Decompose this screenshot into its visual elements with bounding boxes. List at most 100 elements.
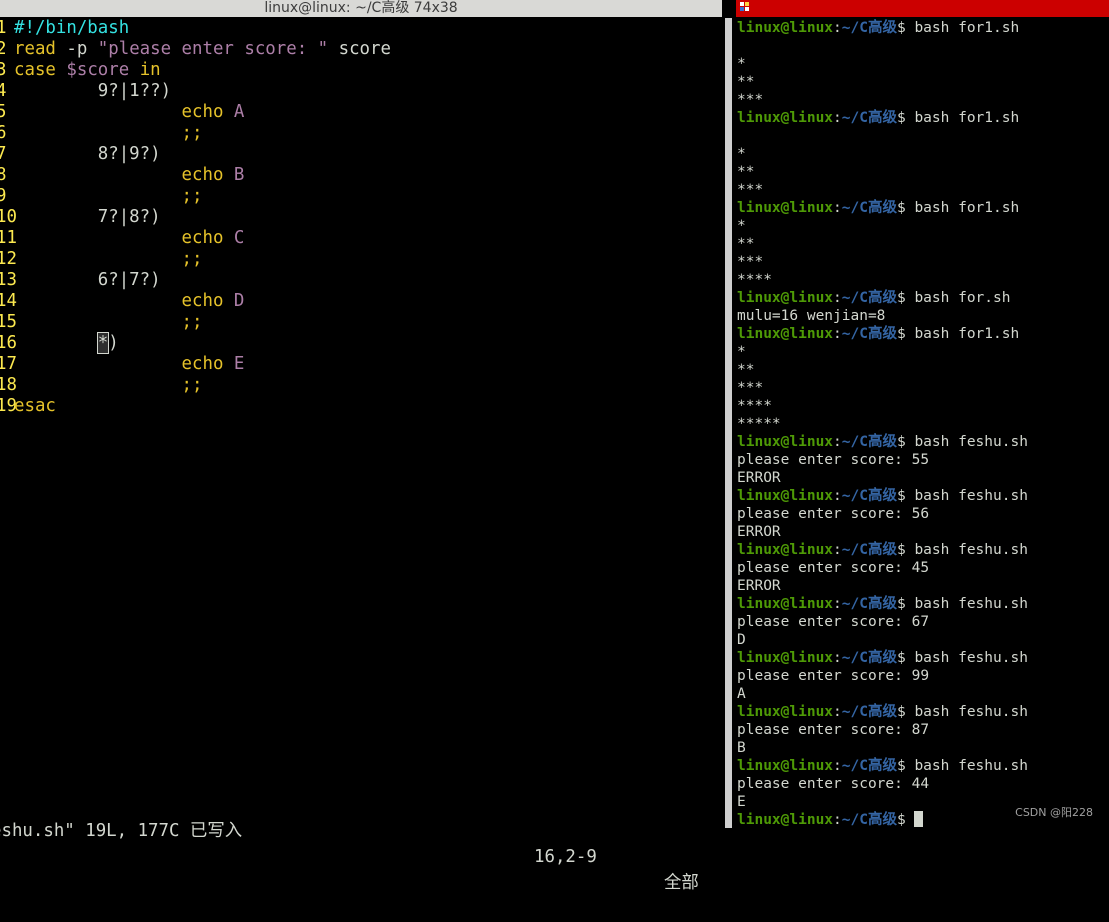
terminal-output-line: ERROR <box>737 578 781 594</box>
vim-line[interactable]: 14 echo D <box>0 291 722 312</box>
code-text: #!/bin/bash <box>14 18 129 39</box>
vim-line[interactable]: 12 ;; <box>0 249 722 270</box>
vim-line[interactable]: 13 6?|7?) <box>0 270 722 291</box>
code-text: ;; <box>14 123 203 144</box>
terminal-output-line: *** <box>737 254 764 270</box>
terminal-output-line: please enter score: 45 <box>737 560 930 576</box>
terminal-output-line: A <box>737 686 746 702</box>
prompt-user: linux@linux <box>737 434 834 450</box>
vim-editor[interactable]: 1 #!/bin/bash 2 read -p "please enter score… <box>0 17 722 797</box>
prompt-colon: : <box>833 20 842 36</box>
bash-terminal-window[interactable]: linux@linux:~/C高级$ bash for1.sh * ** *** lin… <box>736 0 1109 828</box>
window-titlebar[interactable]: linux@linux: ~/C高级 74x38 <box>0 0 722 17</box>
vim-line[interactable]: 18 ;; <box>0 375 722 396</box>
prompt-path: ~/C高级 <box>841 542 897 558</box>
terminal-command: bash feshu.sh <box>914 488 1028 504</box>
vim-line[interactable]: 19 esac <box>0 396 722 417</box>
prompt-colon: : <box>833 704 842 720</box>
line-number: 8 <box>0 165 7 185</box>
prompt-path: ~/C高级 <box>841 434 897 450</box>
window-divider[interactable] <box>722 0 736 828</box>
terminal-prompt-line: linux@linux:~/C高级$ bash feshu.sh <box>737 487 1028 505</box>
prompt-dollar: $ <box>896 200 915 216</box>
code-token: E <box>233 354 245 374</box>
terminal-command: bash for1.sh <box>914 200 1020 216</box>
terminal-output-line: * <box>737 146 746 162</box>
prompt-path: ~/C高级 <box>841 596 897 612</box>
prompt-colon: : <box>833 200 842 216</box>
code-token: in <box>139 60 161 80</box>
prompt-path: ~/C高级 <box>841 812 897 828</box>
vim-line[interactable]: 2 read -p "please enter score: " score <box>0 39 722 60</box>
terminal-prompt-line: linux@linux:~/C高级$ <box>737 811 924 828</box>
code-token: ;; <box>181 312 203 332</box>
prompt-dollar: $ <box>896 650 915 666</box>
terminal-output-line: please enter score: 99 <box>737 668 930 684</box>
terminal-prompt-line: linux@linux:~/C高级$ bash for1.sh <box>737 325 1019 343</box>
vim-line[interactable]: 7 8?|9?) <box>0 144 722 165</box>
terminal-output-line: *** <box>737 92 764 108</box>
vim-line[interactable]: 6 ;; <box>0 123 722 144</box>
code-token: ;; <box>181 186 203 206</box>
code-token: ;; <box>181 375 203 395</box>
terminal-output[interactable]: linux@linux:~/C高级$ bash for1.sh * ** *** lin… <box>736 0 1109 828</box>
vim-line[interactable]: 3 case $score in <box>0 60 722 81</box>
code-text: 8?|9?) <box>14 144 161 165</box>
vim-line[interactable]: 16 *) <box>0 332 722 354</box>
vim-line[interactable]: 11 echo C <box>0 228 722 249</box>
prompt-user: linux@linux <box>737 650 834 666</box>
code-token: score <box>328 39 391 59</box>
terminal-prompt-line: linux@linux:~/C高级$ bash feshu.sh <box>737 541 1028 559</box>
terminal-output-line: *** <box>737 380 764 396</box>
vim-line[interactable]: 10 7?|8?) <box>0 207 722 228</box>
prompt-user: linux@linux <box>737 290 834 306</box>
vim-line[interactable]: 17 echo E <box>0 354 722 375</box>
code-token: echo <box>181 354 224 374</box>
prompt-colon: : <box>833 650 842 666</box>
vim-line[interactable]: 15 ;; <box>0 312 722 333</box>
vim-line[interactable]: 1 #!/bin/bash <box>0 18 722 39</box>
prompt-dollar: $ <box>896 596 915 612</box>
prompt-user: linux@linux <box>737 200 834 216</box>
prompt-user: linux@linux <box>737 704 834 720</box>
code-token: ) <box>108 333 119 353</box>
terminal-command: bash for1.sh <box>914 110 1020 126</box>
line-number: 5 <box>0 102 7 122</box>
vim-terminal-window[interactable]: linux@linux: ~/C高级 74x38 1 #!/bin/bash 2 re… <box>0 0 722 893</box>
prompt-dollar: $ <box>896 20 915 36</box>
terminal-command: bash feshu.sh <box>914 758 1028 774</box>
code-token: echo <box>181 291 224 311</box>
prompt-dollar: $ <box>896 704 915 720</box>
code-token: C <box>233 228 245 248</box>
prompt-user: linux@linux <box>737 488 834 504</box>
terminal-cursor[interactable] <box>914 811 924 827</box>
vim-scroll-percent: 全部 <box>664 873 699 893</box>
terminal-output-line: ** <box>737 74 755 90</box>
prompt-path: ~/C高级 <box>841 650 897 666</box>
terminal-output-line: E <box>737 794 746 810</box>
code-token: 7?|8?) <box>97 207 161 227</box>
terminal-output-line: ERROR <box>737 470 781 486</box>
vim-line[interactable]: 4 9?|1??) <box>0 81 722 102</box>
prompt-user: linux@linux <box>737 812 834 828</box>
vim-line[interactable]: 8 echo B <box>0 165 722 186</box>
code-token: B <box>233 165 245 185</box>
terminal-output-line: * <box>737 56 746 72</box>
terminal-output-line: **** <box>737 272 772 288</box>
scrollbar[interactable] <box>725 18 732 828</box>
terminal-command: bash feshu.sh <box>914 596 1028 612</box>
prompt-dollar: $ <box>896 290 915 306</box>
prompt-dollar: $ <box>896 758 915 774</box>
vim-line[interactable]: 5 echo A <box>0 102 722 123</box>
terminal-prompt-line: linux@linux:~/C高级$ bash feshu.sh <box>737 649 1028 667</box>
terminal-command: bash feshu.sh <box>914 434 1028 450</box>
line-number: 6 <box>0 123 7 143</box>
code-token: -p <box>55 39 98 59</box>
code-text: 7?|8?) <box>14 207 161 228</box>
vim-line[interactable]: 9 ;; <box>0 186 722 207</box>
